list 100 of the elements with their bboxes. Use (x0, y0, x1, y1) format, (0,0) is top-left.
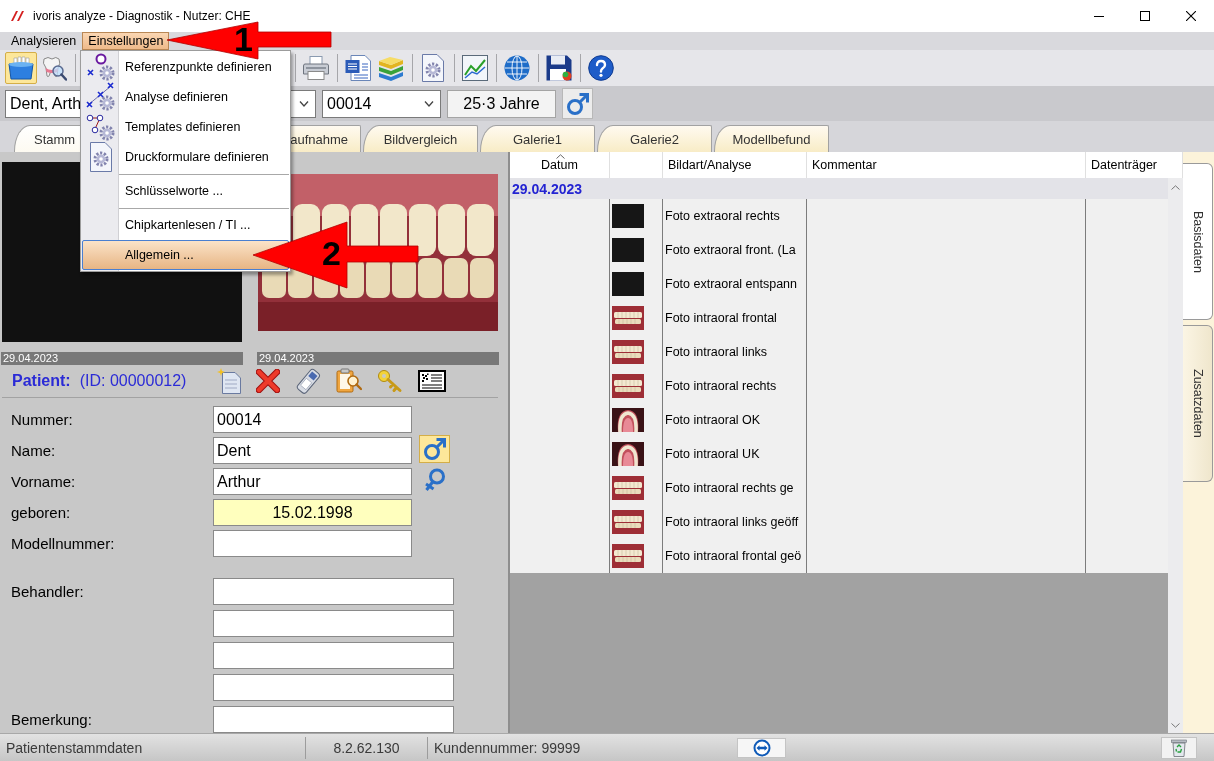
help-icon (588, 55, 614, 81)
menu-bar-item[interactable]: Analysieren (5, 32, 83, 50)
remote-support-icon (752, 738, 771, 757)
menu-item[interactable]: Allgemein ... (82, 240, 289, 270)
teeth-thumbnail (612, 510, 644, 534)
tab[interactable]: aufnahme (290, 125, 361, 152)
teeth-thumbnail (612, 306, 644, 330)
remote-support-button[interactable] (737, 737, 786, 758)
menu-item[interactable]: Referenzpunkte definieren (82, 52, 289, 82)
photo-date: 29.04.2023 (257, 352, 499, 365)
field-label: Name: (11, 442, 57, 459)
maximize-icon[interactable] (1140, 11, 1150, 21)
gear-markers-icon (86, 52, 116, 82)
photo-date: 29.04.2023 (1, 352, 243, 365)
menu-item[interactable]: Templates definieren (82, 112, 289, 142)
step-number: 1 (234, 24, 253, 54)
text-field[interactable]: Dent (213, 437, 412, 464)
table-row[interactable]: Foto intraoral rechts (510, 369, 1168, 403)
table-row[interactable]: Foto extraoral entspann (510, 267, 1168, 301)
app-logo-icon (11, 11, 25, 21)
help-button[interactable] (585, 52, 617, 84)
word-document-icon (345, 55, 371, 81)
minimize-icon[interactable] (1094, 15, 1104, 17)
status-text: Patientenstammdaten (0, 736, 306, 759)
text-field[interactable]: Arthur (213, 468, 412, 495)
dental-box-button[interactable] (5, 52, 37, 84)
photo-thumbnail (612, 238, 644, 262)
gear-nodes-icon (86, 112, 116, 142)
chevron-down-icon[interactable] (299, 100, 309, 107)
tab[interactable]: Bildvergleich (363, 125, 478, 152)
male-icon (565, 91, 590, 116)
tab[interactable]: Modellbefund (714, 125, 829, 152)
male-button[interactable] (419, 435, 450, 463)
globe-icon (504, 55, 530, 81)
close-icon[interactable] (1186, 11, 1196, 21)
text-field[interactable]: 00014 (213, 406, 412, 433)
teeth-thumbnail (612, 544, 644, 568)
table-cell: Foto intraoral frontal geö (663, 539, 807, 573)
tooth-magnifier-icon (41, 55, 67, 81)
menu-item[interactable]: Analyse definieren (82, 82, 289, 112)
dental-arch-thumbnail (612, 442, 644, 466)
field-label: geboren: (11, 504, 72, 521)
table-row[interactable]: Foto intraoral OK (510, 403, 1168, 437)
text-field[interactable] (213, 610, 454, 637)
document-gear-icon (421, 54, 445, 82)
text-field[interactable] (213, 578, 454, 605)
text-field[interactable] (213, 706, 454, 733)
customer-number: Kundennummer: 99999 (433, 738, 582, 758)
clipboard-search-icon[interactable] (336, 368, 363, 394)
tab[interactable]: Stamm (14, 125, 80, 152)
menu-bar-item[interactable]: Einstellungen (82, 32, 170, 50)
menu-item[interactable]: Chipkartenlesen / TI ... (82, 210, 289, 240)
field-label: Behandler: (11, 583, 85, 600)
books-icon (378, 55, 404, 81)
scroll-down-icon[interactable] (1171, 723, 1180, 728)
photo-thumbnail (612, 272, 644, 296)
side-tab[interactable]: Basisdaten (1183, 163, 1213, 320)
menu-item[interactable]: Druckformulare definieren (82, 142, 289, 172)
printer-icon (303, 56, 329, 80)
group-row[interactable]: 29.04.2023 (510, 178, 1168, 199)
table-row[interactable]: Foto extraoral front. (La (510, 233, 1168, 267)
text-field[interactable] (213, 530, 412, 557)
group-date: 29.04.2023 (512, 180, 583, 197)
line-chart-icon (462, 55, 488, 81)
table-row[interactable]: Foto intraoral frontal geö (510, 539, 1168, 573)
teeth-thumbnail (612, 374, 644, 398)
version-text: 8.2.62.130 (306, 736, 428, 759)
chevron-down-icon[interactable] (424, 100, 434, 107)
line-chart-button[interactable] (459, 52, 491, 84)
text-field[interactable] (213, 642, 454, 669)
table-row[interactable]: Foto intraoral UK (510, 437, 1168, 471)
window-title: ivoris analyze - Diagnostik - Nutzer: CHE (33, 9, 251, 23)
menu-item[interactable]: Schlüsselworte ... (82, 176, 289, 206)
patient-title: Patient: (12, 372, 71, 390)
patient-number-combo[interactable]: 00014 (322, 89, 441, 118)
female-icon (423, 468, 446, 492)
table-row[interactable]: Foto intraoral frontal (510, 301, 1168, 335)
gear-markers-icon (86, 82, 116, 112)
age-display: 25·3 Jahre (447, 89, 556, 118)
side-tab[interactable]: Zusatzdaten (1183, 325, 1213, 482)
text-field[interactable] (213, 674, 454, 701)
photo-thumbnail (612, 204, 644, 228)
date-field[interactable]: 15.02.1998 (213, 499, 412, 526)
recycle-bin-button[interactable] (1161, 736, 1197, 759)
gender-button[interactable] (562, 88, 593, 119)
scrollbar[interactable] (1168, 178, 1183, 733)
table-row[interactable]: Foto intraoral links (510, 335, 1168, 369)
table-row[interactable]: Foto intraoral links geöff (510, 505, 1168, 539)
field-label: Modellnummer: (11, 535, 116, 552)
tab[interactable]: Galerie2 (597, 125, 712, 152)
table-row[interactable]: Foto extraoral rechts (510, 199, 1168, 233)
field-label: Nummer: (11, 411, 74, 428)
barcode-card-icon[interactable] (418, 370, 447, 392)
table-row[interactable]: Foto intraoral rechts ge (510, 471, 1168, 505)
new-document-icon[interactable] (217, 368, 242, 394)
dental-box-icon (8, 56, 34, 80)
delete-icon[interactable] (256, 369, 281, 393)
document-gear-icon (89, 142, 113, 172)
tab[interactable]: Galerie1 (480, 125, 595, 152)
scroll-up-icon[interactable] (1171, 185, 1180, 190)
